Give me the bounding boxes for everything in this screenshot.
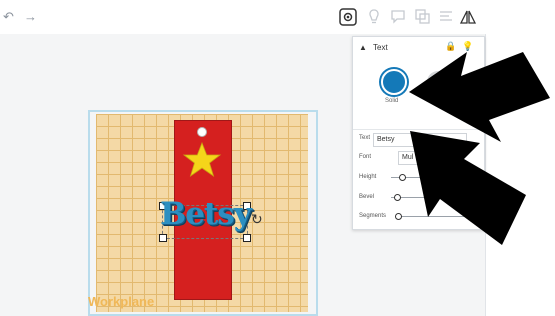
speech-bubble-icon[interactable]: [390, 8, 408, 26]
eye-icon[interactable]: [339, 8, 357, 26]
pointer-arrow-icon: [410, 131, 526, 245]
inspector-title: Text: [373, 43, 388, 52]
font-label: Font: [359, 154, 372, 160]
workplane-label: Workplane: [88, 294, 155, 309]
top-toolbar: ↶ →: [0, 0, 555, 35]
segments-label: Segments: [359, 213, 387, 219]
height-label: Height: [359, 174, 377, 180]
star-shape[interactable]: [182, 141, 222, 179]
mirror-icon[interactable]: [459, 8, 477, 26]
resize-handle[interactable]: [159, 234, 167, 242]
lightbulb-icon[interactable]: [365, 8, 383, 26]
undo-button[interactable]: ↶: [3, 9, 14, 25]
resize-handle[interactable]: [243, 234, 251, 242]
text-field-label: Text: [359, 135, 371, 141]
align-icon[interactable]: [437, 8, 455, 26]
height-slider-knob[interactable]: [399, 174, 406, 181]
tag-hole[interactable]: [197, 127, 207, 137]
solid-color-swatch[interactable]: [381, 69, 407, 95]
rotate-handle-icon[interactable]: ↻: [251, 211, 263, 228]
stack-icon[interactable]: [414, 8, 432, 26]
redo-button[interactable]: →: [24, 9, 37, 24]
bevel-label: Bevel: [359, 194, 375, 200]
betsy-text-object[interactable]: Betsy: [160, 196, 252, 232]
bevel-slider-knob[interactable]: [394, 194, 401, 201]
solid-label: Solid: [385, 98, 399, 104]
segments-slider-knob[interactable]: [395, 213, 402, 220]
collapse-triangle-icon[interactable]: ▲: [359, 43, 367, 52]
